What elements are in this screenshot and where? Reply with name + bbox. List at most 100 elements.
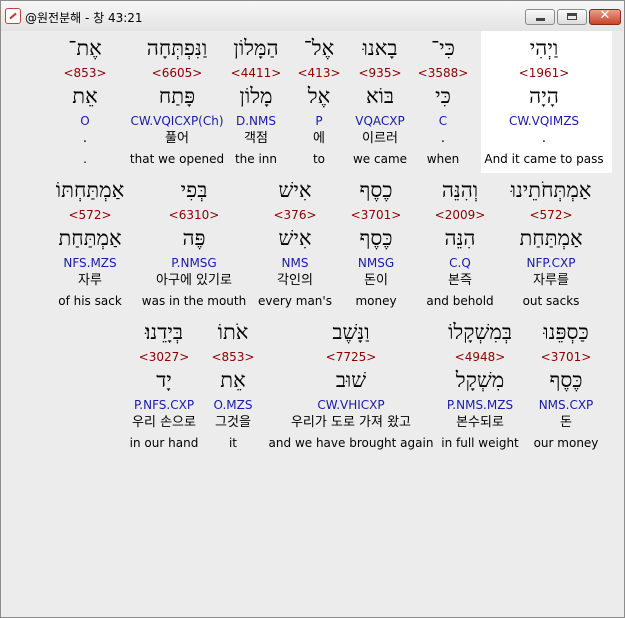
strong-number[interactable]: <4948> <box>455 350 506 364</box>
parsing-code: C <box>438 114 448 128</box>
strong-number[interactable]: <853> <box>63 66 106 80</box>
korean-gloss: 우리 손으로 <box>132 415 196 430</box>
korean-gloss: . <box>440 131 446 146</box>
strong-number[interactable]: <376> <box>273 208 316 222</box>
maximize-button[interactable] <box>557 9 587 25</box>
lexical-form: הָיָה <box>529 84 559 108</box>
hebrew-word[interactable]: וַנִּפְתְּחָה <box>147 35 208 61</box>
korean-gloss: 자루를 <box>533 273 569 288</box>
korean-gloss: 아구에 있기로 <box>156 273 232 288</box>
english-gloss: And it came to pass <box>484 152 604 166</box>
hebrew-word[interactable]: בָאנוּ <box>363 35 398 61</box>
hebrew-word[interactable]: אַמְתַּחְתּוֹ <box>56 177 124 203</box>
strong-number[interactable]: <3027> <box>139 350 190 364</box>
interlinear-panel: וַיְהִי <1961> הָיָה CW.VQIMZS. And it came … <box>6 31 620 613</box>
hebrew-word[interactable]: בְּיָדֵנוּ׃ <box>145 319 183 345</box>
lexical-form: בּוֹא <box>365 84 395 108</box>
parsing-code: NMS.CXP <box>538 398 594 412</box>
english-gloss: out sacks <box>522 294 580 308</box>
parsing-code: O.MZS <box>213 398 253 412</box>
parsing-code: D.NMS <box>235 114 277 128</box>
korean-gloss: 본즉 <box>448 273 472 288</box>
parsing-code: P.NFS.CXP <box>133 398 195 412</box>
lexical-form: מָלוֹן <box>239 84 273 108</box>
hebrew-word[interactable]: בְּפִי <box>181 177 208 203</box>
hebrew-word[interactable]: אֹתוֹ <box>218 319 249 345</box>
english-gloss: of his sack <box>58 294 122 308</box>
parsing-code: P <box>315 114 323 128</box>
strong-number[interactable]: <572> <box>529 208 572 222</box>
parsing-code: CW.VQIMZS <box>508 114 580 128</box>
title-bar[interactable]: @원전분해 - 창 43:21 ✕ <box>1 1 624 31</box>
english-gloss: when <box>426 152 460 166</box>
strong-number[interactable]: <935> <box>358 66 401 80</box>
lexical-form: הִנֵּה <box>444 226 476 250</box>
korean-gloss: 객점 <box>244 131 268 146</box>
korean-gloss: . <box>541 131 547 146</box>
english-gloss: in full weight <box>441 436 519 450</box>
korean-gloss: 자루 <box>78 273 102 288</box>
english-gloss: to <box>312 152 326 166</box>
parsing-code: P.NMS.MZS <box>446 398 514 412</box>
english-gloss: . <box>83 152 87 166</box>
strong-number[interactable]: <6310> <box>169 208 220 222</box>
hebrew-word[interactable]: אַמְתְּחֹתֵינוּ <box>511 177 592 203</box>
lexical-form: אִישׁ <box>278 226 312 250</box>
korean-gloss: 풀어 <box>165 131 189 146</box>
hebrew-word[interactable]: הַמָּלוֹן <box>233 35 278 61</box>
parsing-code: CW.VHICXP <box>317 398 385 412</box>
korean-gloss: 그것을 <box>215 415 251 430</box>
strong-number[interactable]: <3701> <box>541 350 592 364</box>
hebrew-word[interactable]: כַּסְפֵּנוּ <box>543 319 588 345</box>
korean-gloss: 이르러 <box>362 131 398 146</box>
parsing-code: NMSG <box>357 256 395 270</box>
hebrew-word[interactable]: וַיְהִי <box>530 35 558 61</box>
parsing-code: O <box>80 114 90 128</box>
strong-number[interactable]: <572> <box>68 208 111 222</box>
hebrew-word[interactable]: אִישׁ <box>279 177 312 203</box>
strong-number[interactable]: <853> <box>211 350 254 364</box>
lexical-form: אַמְתַּחַת <box>519 226 583 250</box>
english-gloss: the inn <box>234 152 278 166</box>
lexical-form: אֵת <box>72 84 98 108</box>
english-gloss: in our hand <box>129 436 199 450</box>
parsing-code: VQACXP <box>355 114 405 128</box>
strong-number[interactable]: <413> <box>297 66 340 80</box>
english-gloss: every man's <box>258 294 332 308</box>
english-gloss: and we have brought again <box>268 436 434 450</box>
lexical-form: כֶּסֶף <box>549 368 583 392</box>
korean-gloss: 우리가 도로 가져 왔고 <box>290 415 412 430</box>
strong-number[interactable]: <1961> <box>519 66 570 80</box>
hebrew-word[interactable]: אֶת־ <box>68 35 101 61</box>
hebrew-word[interactable]: כֶסֶף <box>359 177 392 203</box>
parsing-code: CW.VQICXP(Ch) <box>130 114 224 128</box>
english-gloss: and behold <box>426 294 494 308</box>
hebrew-word[interactable]: וַנָּשֶׁב <box>332 319 369 345</box>
parsing-code: NMS <box>281 256 309 270</box>
korean-gloss: 돈이 <box>364 273 388 288</box>
lexical-form: מִשְׁקָל <box>455 368 505 392</box>
strong-number[interactable]: <2009> <box>435 208 486 222</box>
korean-gloss: 에 <box>313 131 325 146</box>
hebrew-word[interactable]: כִּי־ <box>431 35 455 61</box>
hebrew-word[interactable]: וְהִנֵּה <box>442 177 478 203</box>
minimize-button[interactable] <box>525 9 555 25</box>
hebrew-word[interactable]: בְּמִשְׁקָלוֹ <box>448 319 512 345</box>
strong-number[interactable]: <4411> <box>231 66 282 80</box>
english-gloss: we came <box>352 152 408 166</box>
lexical-form: אֵת <box>220 368 246 392</box>
strong-number[interactable]: <6605> <box>152 66 203 80</box>
parsing-code: NFP.CXP <box>526 256 576 270</box>
strong-number[interactable]: <7725> <box>326 350 377 364</box>
window-title: @원전분해 - 창 43:21 <box>25 11 143 25</box>
strong-number[interactable]: <3588> <box>418 66 469 80</box>
close-button[interactable]: ✕ <box>589 8 621 25</box>
hebrew-word[interactable]: אֶל־ <box>304 35 334 61</box>
lexical-form: יָד <box>156 368 172 392</box>
strong-number[interactable]: <3701> <box>351 208 402 222</box>
lexical-form: שׁוּב <box>335 368 367 392</box>
app-icon[interactable] <box>5 8 21 24</box>
korean-gloss: 본수되로 <box>456 415 504 430</box>
korean-gloss: 돈 <box>560 415 572 430</box>
english-gloss: that we opened <box>129 152 225 166</box>
